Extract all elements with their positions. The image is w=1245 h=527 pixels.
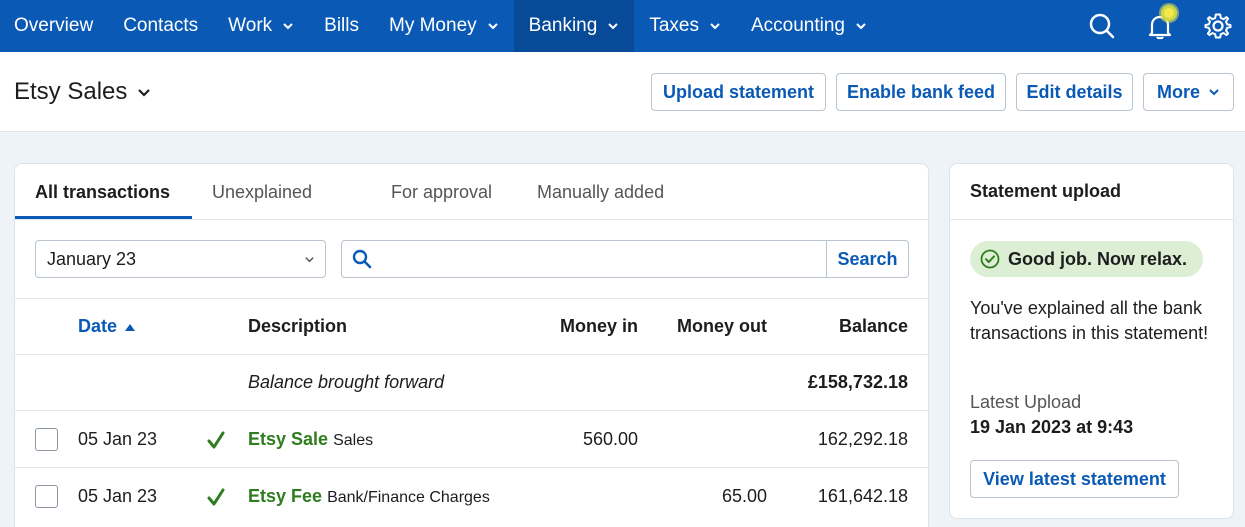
account-header: Etsy Sales Upload statement Enable bank … <box>0 52 1245 132</box>
row-money-in: 560.00 <box>582 429 638 449</box>
row-date: 05 Jan 23 <box>78 429 158 449</box>
tab-for-approval[interactable]: For approval <box>391 164 492 220</box>
chevron-down-icon <box>856 23 866 30</box>
chevron-down-icon <box>305 257 314 263</box>
row-checkbox[interactable] <box>35 485 58 508</box>
nav-bills-label: Bills <box>324 15 359 36</box>
transaction-tabs: All transactions Unexplained For approva… <box>15 164 928 220</box>
account-name: Etsy Sales <box>14 78 128 105</box>
top-nav: Overview Contacts Work Bills My Money Ba… <box>0 0 1245 52</box>
row-checkbox[interactable] <box>35 428 58 451</box>
brought-forward-balance: £158,732.18 <box>807 372 908 392</box>
statement-message: You've explained all the bank transactio… <box>970 298 1209 343</box>
money-in-column-header: Money in <box>559 316 638 336</box>
nav-my-money-label: My Money <box>389 15 477 36</box>
checkmark-icon <box>207 431 225 449</box>
nav-banking[interactable]: Banking <box>513 0 635 52</box>
nav-utility-icons <box>1087 0 1245 52</box>
chevron-down-icon <box>710 23 720 30</box>
upload-statement-button[interactable]: Upload statement <box>651 73 826 111</box>
nav-overview-label: Overview <box>14 15 94 36</box>
view-latest-statement-button[interactable]: View latest statement <box>970 460 1179 498</box>
period-select-value: January 23 <box>47 248 137 269</box>
money-out-column-header: Money out <box>677 316 767 336</box>
bell-icon[interactable] <box>1145 5 1177 41</box>
edit-details-button[interactable]: Edit details <box>1016 73 1133 111</box>
checkmark-icon <box>207 488 225 506</box>
row-balance: 161,642.18 <box>817 486 908 506</box>
gear-icon[interactable] <box>1203 11 1233 41</box>
chevron-down-icon <box>283 23 293 30</box>
row-balance: 162,292.18 <box>817 429 908 449</box>
nav-taxes[interactable]: Taxes <box>634 0 736 52</box>
nav-contacts-label: Contacts <box>123 15 199 36</box>
table-header: Date Description Money in Money out Bala… <box>15 298 928 354</box>
transaction-name: Etsy Sale <box>248 429 329 449</box>
tab-all-transactions[interactable]: All transactions <box>35 164 170 220</box>
transaction-name: Etsy Fee <box>248 486 323 506</box>
sort-ascending-icon <box>125 324 136 331</box>
statement-upload-card: Statement upload Good job. Now relax. Yo… <box>949 163 1234 519</box>
tab-unexplained[interactable]: Unexplained <box>212 164 312 220</box>
nav-taxes-label: Taxes <box>649 15 699 36</box>
transactions-card: All transactions Unexplained For approva… <box>14 163 929 527</box>
statement-card-title: Statement upload <box>950 164 1233 220</box>
row-description[interactable]: Etsy Sale Sales <box>248 429 373 450</box>
row-money-out: 65.00 <box>721 486 767 506</box>
description-column-header: Description <box>248 316 348 336</box>
chevron-down-icon <box>608 23 619 30</box>
balance-column-header: Balance <box>838 316 908 336</box>
nav-contacts[interactable]: Contacts <box>108 0 213 52</box>
table-row[interactable]: 05 Jan 23 Etsy Fee Bank/Finance Charges … <box>15 467 928 524</box>
nav-overview[interactable]: Overview <box>0 0 108 52</box>
row-date: 05 Jan 23 <box>78 486 158 506</box>
latest-upload-label: Latest Upload <box>970 392 1082 412</box>
latest-upload-value: 19 Jan 2023 at 9:43 <box>970 417 1134 437</box>
nav-my-money[interactable]: My Money <box>374 0 514 52</box>
transaction-search: Search <box>341 240 909 278</box>
search-button[interactable]: Search <box>826 241 908 277</box>
notification-indicator <box>1161 5 1177 21</box>
nav-accounting[interactable]: Accounting <box>736 0 882 52</box>
period-select[interactable]: January 23 <box>35 240 326 278</box>
date-column-label: Date <box>78 316 118 336</box>
row-description[interactable]: Etsy Fee Bank/Finance Charges <box>248 486 490 507</box>
tab-manually-added[interactable]: Manually added <box>537 164 664 220</box>
enable-bank-feed-button[interactable]: Enable bank feed <box>836 73 1006 111</box>
chevron-down-icon <box>487 23 498 30</box>
table-row[interactable]: 05 Jan 23 Etsy Sale Sales 560.00 162,292… <box>15 410 928 467</box>
status-badge-label: Good job. Now relax. <box>1008 248 1188 269</box>
brought-forward-row: Balance brought forward £158,732.18 <box>15 354 928 410</box>
more-button-label: More <box>1156 81 1200 102</box>
search-icon[interactable] <box>1087 11 1117 41</box>
status-badge: Good job. Now relax. <box>970 241 1204 277</box>
nav-bills[interactable]: Bills <box>309 0 374 52</box>
transaction-category: Bank/Finance Charges <box>327 489 490 506</box>
account-selector[interactable]: Etsy Sales <box>14 78 151 106</box>
date-column-header[interactable]: Date <box>78 316 136 337</box>
nav-work[interactable]: Work <box>213 0 309 52</box>
nav-accounting-label: Accounting <box>750 15 845 36</box>
nav-banking-label: Banking <box>528 15 598 36</box>
search-input[interactable] <box>382 243 822 275</box>
brought-forward-label: Balance brought forward <box>248 372 445 392</box>
chevron-down-icon <box>138 89 151 97</box>
active-tab-indicator <box>15 216 192 219</box>
transaction-category: Sales <box>333 432 374 449</box>
nav-work-label: Work <box>228 15 273 36</box>
chevron-down-icon <box>1209 89 1219 96</box>
search-icon <box>352 249 372 269</box>
more-button[interactable]: More <box>1143 73 1234 111</box>
check-circle-icon <box>980 249 1000 269</box>
